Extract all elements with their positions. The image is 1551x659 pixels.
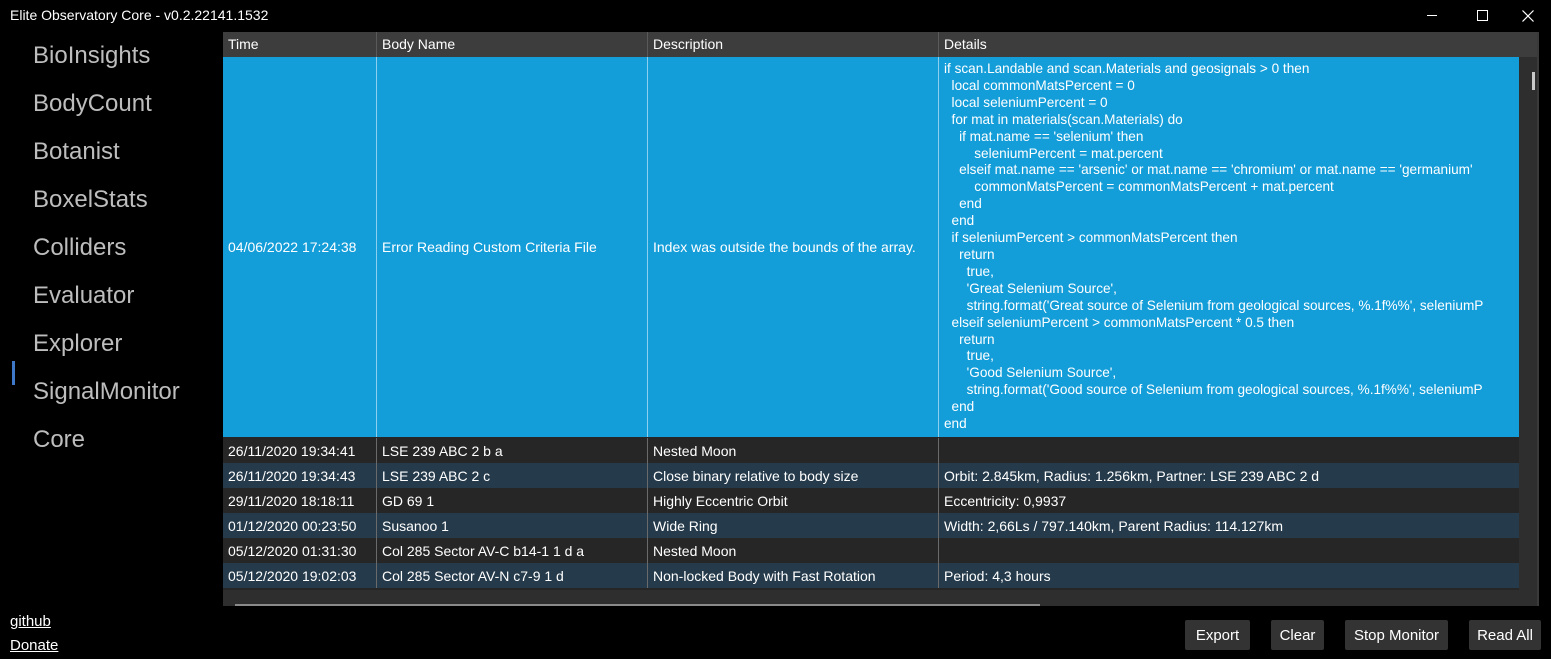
table-row[interactable]: 05/12/2020 19:02:03 Col 285 Sector AV-N …: [223, 563, 1519, 588]
column-header-body-name[interactable]: Body Name: [377, 32, 648, 57]
table-row[interactable]: 04/06/2022 17:24:38 Error Reading Custom…: [223, 57, 1519, 437]
cell-body-name: Col 285 Sector AV-C b14-1 1 d a: [377, 538, 648, 563]
minimize-button[interactable]: [1409, 0, 1455, 31]
clear-button[interactable]: Clear: [1271, 620, 1324, 650]
cell-time: 01/12/2020 00:23:50: [223, 513, 377, 538]
window-title: Elite Observatory Core - v0.2.22141.1532: [10, 7, 269, 23]
cell-time: 26/11/2020 19:34:41: [223, 438, 377, 463]
cell-body-name: Error Reading Custom Criteria File: [377, 57, 648, 437]
grid-right-edge: [1537, 32, 1539, 606]
maximize-button[interactable]: [1459, 0, 1505, 31]
cell-time: 05/12/2020 01:31:30: [223, 538, 377, 563]
export-button[interactable]: Export: [1185, 620, 1250, 650]
cell-body-name: LSE 239 ABC 2 b a: [377, 438, 648, 463]
grid-header: Time Body Name Description Details: [223, 32, 1537, 57]
horizontal-scroll-thumb[interactable]: [235, 604, 1040, 606]
title-bar: Elite Observatory Core - v0.2.22141.1532: [0, 0, 1551, 31]
sidebar-item-bioinsights[interactable]: BioInsights: [33, 36, 150, 76]
cell-description: Wide Ring: [648, 513, 939, 538]
cell-description: Nested Moon: [648, 438, 939, 463]
vertical-scroll-thumb[interactable]: [1532, 72, 1535, 90]
column-header-details[interactable]: Details: [939, 32, 1537, 57]
selected-indicator: [12, 361, 15, 385]
cell-details: Orbit: 2.845km, Radius: 1.256km, Partner…: [944, 467, 1320, 484]
vertical-scrollbar[interactable]: [1519, 57, 1537, 606]
table-row[interactable]: 26/11/2020 19:34:43 LSE 239 ABC 2 c Clos…: [223, 463, 1519, 488]
close-icon: [1522, 9, 1534, 22]
sidebar-item-core[interactable]: Core: [33, 420, 85, 460]
cell-time: 04/06/2022 17:24:38: [223, 57, 377, 437]
cell-time: 29/11/2020 18:18:11: [223, 488, 377, 513]
cell-description: Index was outside the bounds of the arra…: [648, 57, 939, 437]
stop-monitor-button[interactable]: Stop Monitor: [1345, 620, 1448, 650]
sidebar-item-colliders[interactable]: Colliders: [33, 228, 126, 268]
cell-description: Highly Eccentric Orbit: [648, 488, 939, 513]
table-row[interactable]: 01/12/2020 00:23:50 Susanoo 1 Wide Ring …: [223, 513, 1519, 538]
sidebar-item-botanist[interactable]: Botanist: [33, 132, 120, 172]
sidebar-item-bodycount[interactable]: BodyCount: [33, 84, 152, 124]
sidebar-item-evaluator[interactable]: Evaluator: [33, 276, 134, 316]
table-row[interactable]: 05/12/2020 01:31:30 Col 285 Sector AV-C …: [223, 538, 1519, 563]
donate-link[interactable]: Donate: [10, 634, 58, 658]
footer-links: github Donate: [10, 610, 58, 658]
cell-description: Nested Moon: [648, 538, 939, 563]
cell-details: Period: 4,3 hours: [944, 567, 1051, 584]
column-header-time[interactable]: Time: [223, 32, 377, 57]
cell-time: 05/12/2020 19:02:03: [223, 563, 377, 588]
cell-details-code: if scan.Landable and scan.Materials and …: [944, 61, 1484, 432]
sidebar-item-boxelstats[interactable]: BoxelStats: [33, 180, 148, 220]
minimize-icon: [1427, 15, 1437, 16]
cell-description: Non-locked Body with Fast Rotation: [648, 563, 939, 588]
cell-details: [939, 438, 1519, 463]
cell-details: Width: 2,66Ls / 797.140km, Parent Radius…: [944, 517, 1284, 534]
cell-details: Eccentricity: 0,9937: [944, 492, 1067, 509]
sidebar-item-signalmonitor[interactable]: SignalMonitor: [33, 372, 180, 412]
cell-details: [939, 538, 1519, 563]
read-all-button[interactable]: Read All: [1469, 620, 1541, 650]
maximize-icon: [1476, 10, 1488, 21]
cell-details: if scan.Landable and scan.Materials and …: [939, 57, 1519, 437]
cell-body-name: Col 285 Sector AV-N c7-9 1 d: [377, 563, 648, 588]
github-link[interactable]: github: [10, 610, 58, 634]
close-button[interactable]: [1505, 0, 1551, 31]
cell-time: 26/11/2020 19:34:43: [223, 463, 377, 488]
explorer-grid: Time Body Name Description Details 04/06…: [223, 32, 1537, 606]
cell-body-name: GD 69 1: [377, 488, 648, 513]
cell-description: Close binary relative to body size: [648, 463, 939, 488]
sidebar-item-explorer[interactable]: Explorer: [33, 324, 122, 364]
plugin-sidebar: BioInsights BodyCount Botanist BoxelStat…: [0, 31, 222, 591]
cell-body-name: LSE 239 ABC 2 c: [377, 463, 648, 488]
table-row[interactable]: 29/11/2020 18:18:11 GD 69 1 Highly Eccen…: [223, 488, 1519, 513]
column-header-description[interactable]: Description: [648, 32, 939, 57]
table-row[interactable]: 26/11/2020 19:34:41 LSE 239 ABC 2 b a Ne…: [223, 438, 1519, 463]
cell-body-name: Susanoo 1: [377, 513, 648, 538]
